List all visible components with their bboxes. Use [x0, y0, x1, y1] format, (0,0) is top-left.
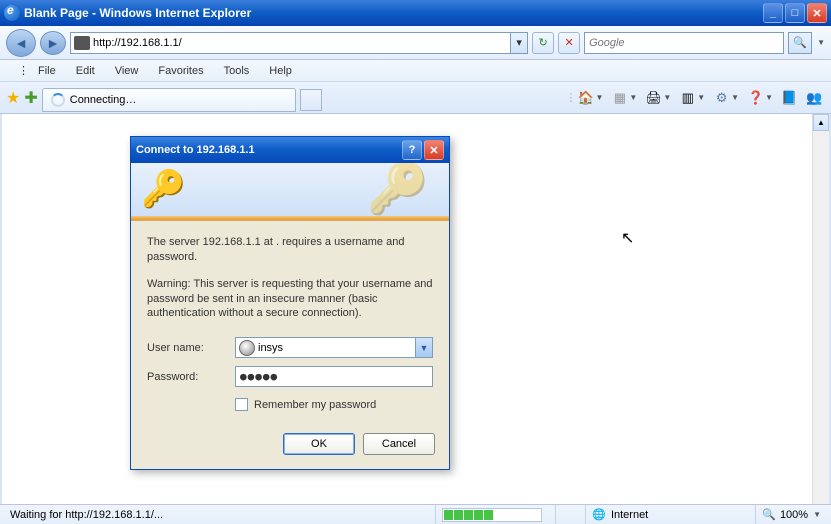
zone-label: Internet [611, 509, 648, 521]
password-label: Password: [147, 371, 227, 383]
dialog-titlebar[interactable]: Connect to 192.168.1.1 ? ✕ [131, 137, 449, 163]
maximize-button[interactable]: □ [785, 3, 805, 23]
username-input[interactable] [258, 342, 415, 354]
ie-icon [4, 5, 20, 21]
status-bar: Waiting for http://192.168.1.1/... 🌐 Int… [0, 504, 831, 524]
status-text: Waiting for http://192.168.1.1/... [4, 505, 436, 524]
search-button[interactable]: 🔍 [788, 32, 812, 54]
home-button[interactable]: 🏠▼ [575, 88, 605, 108]
feeds-icon: ▦ [611, 90, 628, 106]
globe-icon: 🌐 [592, 508, 606, 521]
username-label: User name: [147, 342, 227, 354]
search-dropdown[interactable]: ▼ [817, 38, 825, 47]
ok-button[interactable]: OK [283, 433, 355, 455]
dialog-warning: Warning: This server is requesting that … [147, 277, 433, 322]
progress-cell [436, 505, 556, 524]
forward-button[interactable]: ► [40, 31, 66, 55]
navigation-bar: ◄ ► ▾ ↻ ✕ 🔍 ▼ [0, 26, 831, 60]
feeds-button[interactable]: ▦▼ [609, 88, 639, 108]
user-icon [239, 340, 255, 356]
page-icon: ▥ [679, 90, 696, 106]
print-button[interactable]: 🖨▼ [643, 88, 673, 108]
menu-favorites[interactable]: Favorites [148, 62, 213, 80]
username-combo[interactable]: ▼ [235, 337, 433, 358]
address-dropdown[interactable]: ▾ [510, 33, 527, 53]
help-icon: ❓ [747, 90, 764, 106]
dialog-close-button[interactable]: ✕ [424, 140, 444, 160]
print-icon: 🖨 [645, 90, 662, 106]
back-button[interactable]: ◄ [6, 29, 36, 57]
keys-icon: 🔑 [141, 168, 186, 210]
menu-help[interactable]: Help [259, 62, 302, 80]
page-menu-button[interactable]: ▥▼ [677, 88, 707, 108]
cancel-button[interactable]: Cancel [363, 433, 435, 455]
zoom-value: 100% [780, 509, 808, 521]
status-spacer [556, 505, 586, 524]
refresh-button[interactable]: ↻ [532, 32, 554, 54]
help-button[interactable]: ❓▼ [745, 88, 775, 108]
dialog-banner: 🔑 🔑 [131, 163, 449, 221]
menu-view[interactable]: View [105, 62, 149, 80]
security-zone[interactable]: 🌐 Internet [586, 505, 756, 524]
progress-bar [442, 508, 542, 522]
menu-tools[interactable]: Tools [214, 62, 260, 80]
zoom-icon: 🔍 [762, 508, 776, 521]
menu-file[interactable]: File [28, 62, 66, 80]
gear-icon: ⚙ [713, 90, 730, 106]
address-bar[interactable]: ▾ [70, 32, 528, 54]
window-titlebar: Blank Page - Windows Internet Explorer _… [0, 0, 831, 26]
messenger-button[interactable]: 👥 [804, 88, 825, 108]
search-bar[interactable] [584, 32, 784, 54]
home-icon: 🏠 [577, 90, 594, 106]
tab-toolbar: ★ ✚ Connecting… ⋮ 🏠▼ ▦▼ 🖨▼ ▥▼ ⚙▼ ❓▼ 📘 👥 [0, 82, 831, 114]
menu-edit[interactable]: Edit [66, 62, 105, 80]
page-icon [74, 36, 90, 50]
zoom-control[interactable]: 🔍 100% ▼ [756, 505, 827, 524]
keys-bg-icon: 🔑 [367, 163, 429, 218]
password-input[interactable]: ●●●●● [235, 366, 433, 387]
zoom-dropdown[interactable]: ▼ [813, 510, 821, 519]
remember-label: Remember my password [254, 399, 376, 411]
add-favorite-icon[interactable]: ✚ [24, 88, 37, 108]
new-tab-button[interactable] [300, 89, 322, 111]
close-button[interactable]: ✕ [807, 3, 827, 23]
tab-label: Connecting… [70, 94, 137, 106]
search-input[interactable] [585, 37, 783, 49]
dialog-help-button[interactable]: ? [402, 140, 422, 160]
vertical-scrollbar[interactable]: ▲ [812, 114, 829, 504]
window-title: Blank Page - Windows Internet Explorer [24, 6, 763, 20]
minimize-button[interactable]: _ [763, 3, 783, 23]
research-icon: 📘 [781, 90, 798, 106]
auth-dialog: Connect to 192.168.1.1 ? ✕ 🔑 🔑 The serve… [130, 136, 450, 470]
browser-tab[interactable]: Connecting… [42, 88, 296, 112]
address-input[interactable] [93, 34, 510, 52]
tools-menu-button[interactable]: ⚙▼ [711, 88, 741, 108]
menu-bar: ⋮ File Edit View Favorites Tools Help [0, 60, 831, 82]
username-dropdown[interactable]: ▼ [415, 338, 432, 357]
dialog-title: Connect to 192.168.1.1 [136, 144, 400, 156]
loading-spinner-icon [51, 93, 65, 107]
dialog-message: The server 192.168.1.1 at . requires a u… [147, 235, 433, 265]
research-button[interactable]: 📘 [779, 88, 800, 108]
grip-icon: ⋮ [565, 91, 571, 104]
favorites-icon[interactable]: ★ [6, 88, 20, 108]
remember-checkbox[interactable] [235, 398, 248, 411]
stop-button[interactable]: ✕ [558, 32, 580, 54]
messenger-icon: 👥 [806, 90, 823, 106]
grip-icon: ⋮ [8, 61, 28, 80]
scroll-up-button[interactable]: ▲ [813, 114, 829, 131]
